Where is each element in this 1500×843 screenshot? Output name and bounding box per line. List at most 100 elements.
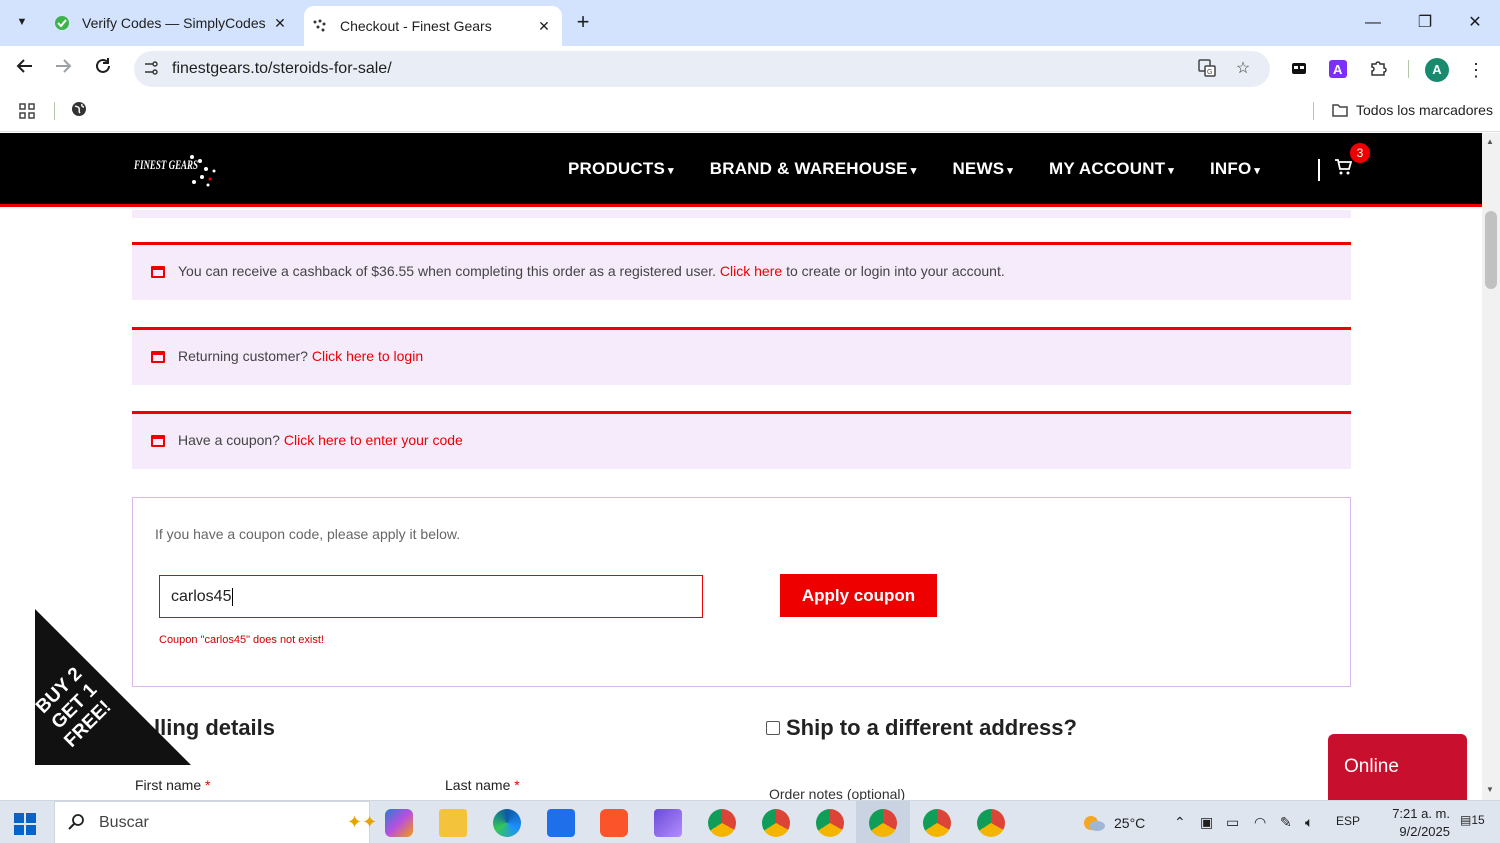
main-menu: PRODUCTS ▾ BRAND & WAREHOUSE ▾ NEWS ▾ MY AC… [568,159,1260,179]
tab-close-icon[interactable]: ✕ [270,15,290,32]
address-bar[interactable]: finestgears.to/steroids-for-sale/ G ☆ [134,51,1270,87]
back-button[interactable] [10,54,40,84]
menu-label: NEWS [952,159,1005,178]
notification-count: 15 [1471,813,1485,827]
calendar-icon [151,351,165,363]
pen-icon[interactable]: ✎ [1280,814,1292,831]
minimize-button[interactable]: — [1350,8,1396,38]
wifi-icon[interactable]: ◠ [1254,814,1266,831]
required-mark: * [205,777,211,793]
menu-products[interactable]: PRODUCTS ▾ [568,159,674,179]
menu-info[interactable]: INFO ▾ [1210,159,1260,179]
login-link[interactable]: Click here to login [312,348,423,364]
weather-widget[interactable]: 25°C [1082,814,1145,832]
file-explorer-icon[interactable] [439,809,467,837]
calendar-icon [151,266,165,278]
ship-different-address[interactable]: Ship to a different address? [766,715,1077,741]
svg-text:G: G [1207,69,1212,76]
volume-icon[interactable]: 🔈︎ [1305,814,1313,831]
tab-title: Checkout - Finest Gears [340,18,492,34]
cashback-tail-text: to create or login into your account. [786,263,1005,279]
language-indicator[interactable]: ESP [1336,814,1360,828]
meet-now-icon[interactable]: ▣ [1200,814,1213,831]
all-bookmarks-folder[interactable]: Todos los marcadores [1332,102,1493,118]
chevron-down-icon: ▾ [910,165,917,177]
bookmarks-divider [1313,102,1314,120]
taskbar-clock[interactable]: 7:21 a. m. 9/2/2025 [1360,805,1450,841]
close-window-button[interactable]: ✕ [1452,8,1498,38]
clock-time: 7:21 a. m. [1392,806,1450,821]
edge-browser-icon[interactable] [493,809,521,837]
globe-bookmark-icon[interactable] [70,100,88,123]
menu-label: INFO [1210,159,1252,178]
bookmarks-bar: Todos los marcadores [0,92,1500,132]
chrome-profile-3-icon[interactable] [816,809,844,837]
copilot-app-icon[interactable] [385,809,413,837]
returning-notice-text: Returning customer? Click here to login [178,348,423,364]
taskbar-search-box[interactable]: Buscar ✦✦ [54,801,377,843]
finestgears-logo[interactable]: FINEST GEARS [132,149,222,189]
feather-app-icon[interactable] [654,809,682,837]
forward-button[interactable] [48,54,78,84]
cart-icon[interactable] [1334,159,1353,180]
live-chat-button[interactable]: Online [1328,734,1467,800]
chevron-down-icon: ▾ [1168,165,1174,177]
bookmark-star-icon[interactable]: ☆ [1232,58,1254,80]
returning-text: Returning customer? [178,348,308,364]
text-cursor [232,587,234,606]
cashback-register-link[interactable]: Click here [720,263,782,279]
page-scrollbar[interactable]: ▲ ▼ [1482,133,1500,800]
translate-icon[interactable]: G [1196,58,1218,80]
apps-grid-icon[interactable] [18,102,36,125]
chrome-profile-6-icon[interactable] [977,809,1005,837]
chrome-profile-5-icon[interactable] [923,809,951,837]
apply-coupon-button[interactable]: Apply coupon [780,574,937,617]
brave-browser-icon[interactable] [600,809,628,837]
windows-start-icon[interactable] [14,813,36,835]
ship-different-label: Ship to a different address? [786,715,1077,740]
battery-icon[interactable]: ▭ [1226,814,1239,831]
microsoft-store-icon[interactable] [547,809,575,837]
returning-customer-notice: Returning customer? Click here to login [132,327,1351,385]
scroll-down-icon[interactable]: ▼ [1486,785,1494,794]
enter-coupon-link[interactable]: Click here to enter your code [284,432,463,448]
browser-menu-icon[interactable]: ⋮ [1465,59,1487,81]
buy2-get1-promo-ribbon[interactable]: BUY 2 GET 1 FREE! [32,609,191,765]
restore-button[interactable]: ❐ [1402,8,1448,38]
tab-close-icon[interactable]: ✕ [534,18,554,35]
folder-icon [1332,104,1348,117]
scroll-thumb[interactable] [1485,211,1497,289]
order-notes-label: Order notes (optional) [769,786,906,800]
bookmarks-divider [54,102,55,120]
show-hidden-icons-chevron-icon[interactable]: ⌃ [1174,814,1186,831]
svg-text:FINEST GEARS: FINEST GEARS [133,157,198,172]
extension-a-icon[interactable]: A [1327,59,1349,81]
reload-button[interactable] [88,54,118,84]
all-bookmarks-label: Todos los marcadores [1356,102,1493,118]
page-viewport: FINEST GEARS PRODUCTS ▾ BRAND & WAREHOUSE… [0,133,1482,800]
menu-news[interactable]: NEWS ▾ [952,159,1013,179]
chrome-profile-2-icon[interactable] [762,809,790,837]
site-info-icon[interactable] [142,60,160,78]
coupon-hint: If you have a coupon code, please apply … [155,526,461,542]
cashback-text: You can receive a cashback of $36.55 whe… [178,263,717,279]
extension-toolbox-icon[interactable] [1288,59,1310,81]
menu-my-account[interactable]: MY ACCOUNT ▾ [1049,159,1174,179]
new-tab-button[interactable]: + [570,10,596,36]
calendar-icon [151,435,165,447]
scroll-up-icon[interactable]: ▲ [1486,137,1494,146]
menu-brand-warehouse[interactable]: BRAND & WAREHOUSE ▾ [710,159,917,179]
chrome-profile-1-icon[interactable] [708,809,736,837]
extensions-puzzle-icon[interactable] [1367,59,1389,81]
chrome-profile-active-icon[interactable] [869,809,897,837]
back-arrow-icon [16,59,32,73]
tab-checkout[interactable]: Checkout - Finest Gears ✕ [304,6,562,46]
coupon-notice: Have a coupon? Click here to enter your … [132,411,1351,469]
ship-different-checkbox[interactable] [766,721,780,735]
svg-text:A: A [1333,62,1343,77]
notification-center[interactable]: ▤15 [1460,813,1485,827]
coupon-code-input[interactable]: carlos45 [159,575,703,618]
profile-avatar[interactable]: A [1425,58,1449,82]
tab-verify-codes[interactable]: Verify Codes — SimplyCodes ✕ [46,6,298,40]
tab-search-button[interactable]: ▼ [6,7,38,37]
